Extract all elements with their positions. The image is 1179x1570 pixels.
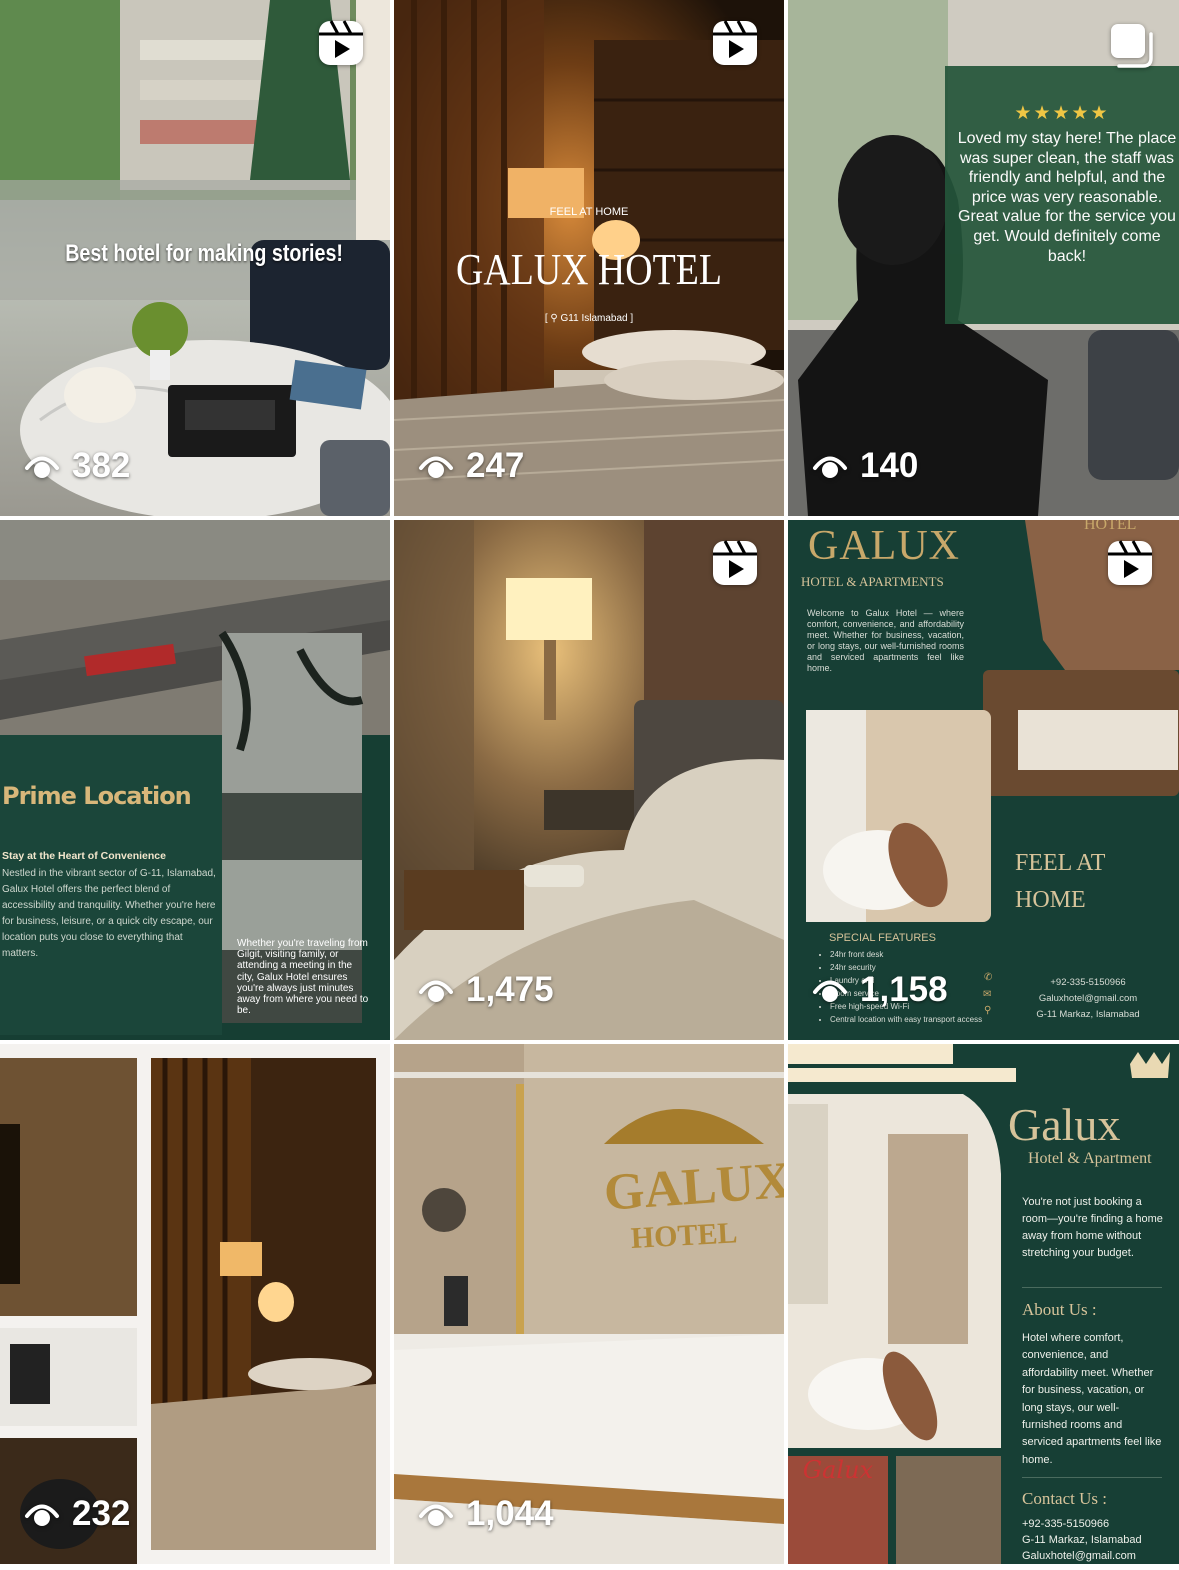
view-count-value: 1,475 — [466, 970, 554, 1009]
post-tile-3[interactable]: ★★★★★ Loved my stay here! The place was … — [788, 0, 1179, 516]
about-body: Hotel where comfort, convenience, and af… — [1022, 1332, 1162, 1466]
eyebrow-text: FEEL AT HOME — [549, 206, 629, 218]
feature-item: Central location with easy transport acc… — [830, 1013, 982, 1026]
view-count-value: 1,158 — [860, 970, 948, 1009]
view-count: 1,044 — [418, 1494, 554, 1534]
contact-email: Galuxhotel@gmail.com — [1022, 1550, 1136, 1562]
contact-phone: +92-335-5150966 — [1022, 1518, 1110, 1530]
view-count: 382 — [24, 446, 130, 486]
contact-block: +92-335-5150966 G-11 Markaz, Islamabad G… — [1022, 1516, 1172, 1564]
post-tile-5[interactable]: 1,475 — [394, 520, 784, 1040]
contact-address: G-11 Markaz, Islamabad — [1036, 1009, 1140, 1020]
location-pin-icon: ⚲ — [984, 1005, 992, 1016]
divider — [1022, 1287, 1162, 1288]
intro-text: You're not just booking a room—you're fi… — [1022, 1196, 1163, 1259]
tagline: FEEL AT HOME — [1015, 850, 1106, 913]
view-count: 232 — [24, 1494, 130, 1534]
carousel-icon — [1111, 24, 1153, 68]
reel-icon — [319, 20, 363, 65]
corner-text: HOTEL — [1084, 520, 1137, 533]
contact-email: Galuxhotel@gmail.com — [1038, 993, 1138, 1004]
post-tile-4[interactable]: Prime Location Stay at the Heart of Conv… — [0, 520, 390, 1040]
view-count-value: 1,044 — [466, 1494, 554, 1533]
divider — [1022, 1477, 1162, 1478]
eye-views-icon — [813, 980, 847, 1002]
contact-address: G-11 Markaz, Islamabad — [1022, 1534, 1142, 1546]
review-card: ★★★★★ Loved my stay here! The place was … — [945, 66, 1179, 324]
about-title: About Us : — [1022, 1300, 1097, 1319]
reel-icon — [713, 20, 757, 65]
view-count-value: 232 — [72, 1494, 131, 1533]
prime-location-heading: Prime Location — [2, 782, 192, 810]
profile-post-grid: Best hotel for making stories! 382 FEEL … — [0, 0, 1179, 1570]
contact-block: +92-335-5150966 Galuxhotel@gmail.com G-1… — [1014, 975, 1162, 1023]
view-count: 1,475 — [418, 970, 554, 1010]
contact-phone: +92-335-5150966 — [1050, 977, 1126, 988]
post-tile-1[interactable]: Best hotel for making stories! 382 — [0, 0, 390, 516]
feature-item: 24hr front desk — [830, 948, 982, 961]
post-tile-2[interactable]: FEEL AT HOME GALUX HOTEL [ ⚲ G11 Islamab… — [394, 0, 784, 516]
view-count: 247 — [418, 446, 524, 486]
view-count-value: 382 — [72, 446, 131, 485]
view-count-value: 247 — [466, 446, 525, 485]
view-count: 1,158 — [812, 970, 948, 1010]
reel-icon — [713, 540, 757, 585]
features-title: SPECIAL FEATURES — [829, 932, 936, 944]
post-tile-9[interactable]: Galux Galux Hotel & Apartment You're not… — [788, 1044, 1179, 1564]
wall-sign-line2: HOTEL — [630, 1216, 739, 1255]
location-side-text: Whether you're traveling from Gilgit, vi… — [237, 938, 369, 1017]
post-tile-6[interactable]: GALUX HOTEL & APARTMENTS HOTEL Welcome t… — [788, 520, 1179, 1040]
eye-views-icon — [25, 456, 59, 478]
review-text: Loved my stay here! The place was super … — [957, 130, 1177, 265]
overlay-caption: Best hotel for making stories! — [65, 240, 343, 267]
eye-views-icon — [419, 980, 453, 1002]
convenience-subheading: Stay at the Heart of Convenience — [2, 850, 166, 862]
brand-subtitle: HOTEL & APARTMENTS — [801, 574, 944, 589]
brand-name: Galux — [1008, 1099, 1121, 1150]
bedroom-lamp-photo — [394, 520, 784, 1040]
contact-title: Contact Us : — [1022, 1489, 1107, 1508]
phone-icon: ✆ — [984, 972, 993, 983]
eye-views-icon — [419, 456, 453, 478]
eye-views-icon — [813, 456, 847, 478]
location-text: [ ⚲ G11 Islamabad ] — [544, 313, 634, 324]
building-sign-text: Galux — [802, 1456, 874, 1484]
hotel-title: GALUX HOTEL — [456, 245, 722, 294]
post-tile-8[interactable]: GALUX HOTEL 1,044 — [394, 1044, 784, 1564]
reception-desk-photo — [394, 1044, 784, 1564]
wall-sign-line1: GALUX — [602, 1151, 784, 1222]
brand-name: GALUX — [808, 523, 960, 569]
brand-subtitle: Hotel & Apartment — [1028, 1150, 1152, 1167]
email-icon: ✉ — [983, 989, 992, 1000]
eye-views-icon — [25, 1504, 59, 1526]
collage-photos — [0, 1058, 376, 1564]
view-count-value: 140 — [860, 446, 919, 485]
welcome-text: Welcome to Galux Hotel — where comfort, … — [807, 608, 964, 673]
reel-icon — [1108, 540, 1152, 585]
rating-stars: ★★★★★ — [1014, 103, 1110, 124]
location-body: Nestled in the vibrant sector of G-11, I… — [2, 868, 216, 959]
eye-views-icon — [419, 1504, 453, 1526]
view-count: 140 — [812, 446, 918, 486]
post-tile-7[interactable]: 232 — [0, 1044, 390, 1564]
